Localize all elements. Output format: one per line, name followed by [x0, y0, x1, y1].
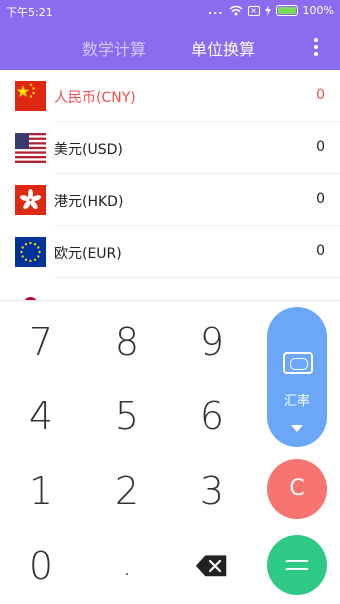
currency-row-cny[interactable]: 人民币(CNY) 0 — [0, 70, 340, 122]
eu-flag-icon — [15, 237, 46, 267]
status-icons: ... × 100% — [208, 4, 334, 17]
currency-row-usd[interactable]: 美元(USD) 0 — [0, 122, 340, 174]
currency-amount: 0 — [316, 191, 325, 207]
key-decimal-point[interactable]: . — [97, 531, 157, 601]
caret-down-icon — [291, 425, 303, 432]
key-0[interactable]: 0 — [11, 531, 71, 601]
keypad: 7 8 9 4 5 6 1 2 3 0 . 汇率 C — [0, 300, 340, 604]
key-1[interactable]: 1 — [11, 456, 71, 526]
key-5[interactable]: 5 — [97, 381, 157, 451]
equals-icon-line — [286, 560, 308, 562]
more-options-icon[interactable] — [314, 38, 318, 56]
currency-amount: 0 — [316, 87, 325, 103]
currency-name: 人民币(CNY) — [54, 90, 136, 106]
japan-flag-icon — [15, 289, 46, 300]
currency-amount: 0 — [316, 139, 325, 155]
charging-icon — [264, 5, 271, 16]
currency-row-eur[interactable]: 欧元(EUR) 0 — [0, 226, 340, 278]
key-3[interactable]: 3 — [182, 456, 242, 526]
currency-list[interactable]: 人民币(CNY) 0 美元(USD) 0 港元(HKD) 0 欧元(EUR) 0 — [0, 70, 340, 300]
tab-math-calculation[interactable]: 数学计算 — [82, 36, 146, 60]
key-7[interactable]: 7 — [11, 307, 71, 377]
wifi-icon — [229, 5, 243, 16]
tab-unit-conversion[interactable]: 单位换算 — [191, 36, 255, 60]
clear-button[interactable]: C — [267, 459, 327, 519]
battery-icon — [275, 5, 298, 16]
equals-icon-line — [286, 568, 308, 570]
key-9[interactable]: 9 — [182, 307, 242, 377]
currency-name: 美元(USD) — [54, 142, 123, 158]
exchange-rate-label: 汇率 — [283, 394, 310, 409]
status-bar: 下午5:21 ... × 100% — [0, 0, 340, 22]
key-4[interactable]: 4 — [11, 381, 71, 451]
status-time: 下午5:21 — [6, 6, 53, 19]
exchange-rate-button[interactable]: 汇率 — [267, 307, 327, 447]
battery-percent: 100% — [302, 4, 334, 17]
sim-off-icon: × — [247, 5, 260, 16]
currency-name: 港元(HKD) — [54, 194, 124, 210]
currency-row-partial[interactable] — [0, 278, 340, 300]
top-bar: 数学计算 单位换算 — [0, 22, 340, 70]
currency-amount: 0 — [316, 243, 325, 259]
currency-name: 欧元(EUR) — [54, 246, 122, 262]
more-notifications-icon: ... — [208, 4, 224, 17]
usa-flag-icon — [15, 133, 46, 163]
currency-note-icon — [283, 352, 313, 374]
china-flag-icon — [15, 81, 46, 111]
key-2[interactable]: 2 — [97, 456, 157, 526]
currency-row-hkd[interactable]: 港元(HKD) 0 — [0, 174, 340, 226]
key-6[interactable]: 6 — [182, 381, 242, 451]
equals-button[interactable] — [267, 535, 327, 595]
key-8[interactable]: 8 — [97, 307, 157, 377]
backspace-icon[interactable] — [193, 553, 229, 579]
hong-kong-flag-icon — [15, 185, 46, 215]
